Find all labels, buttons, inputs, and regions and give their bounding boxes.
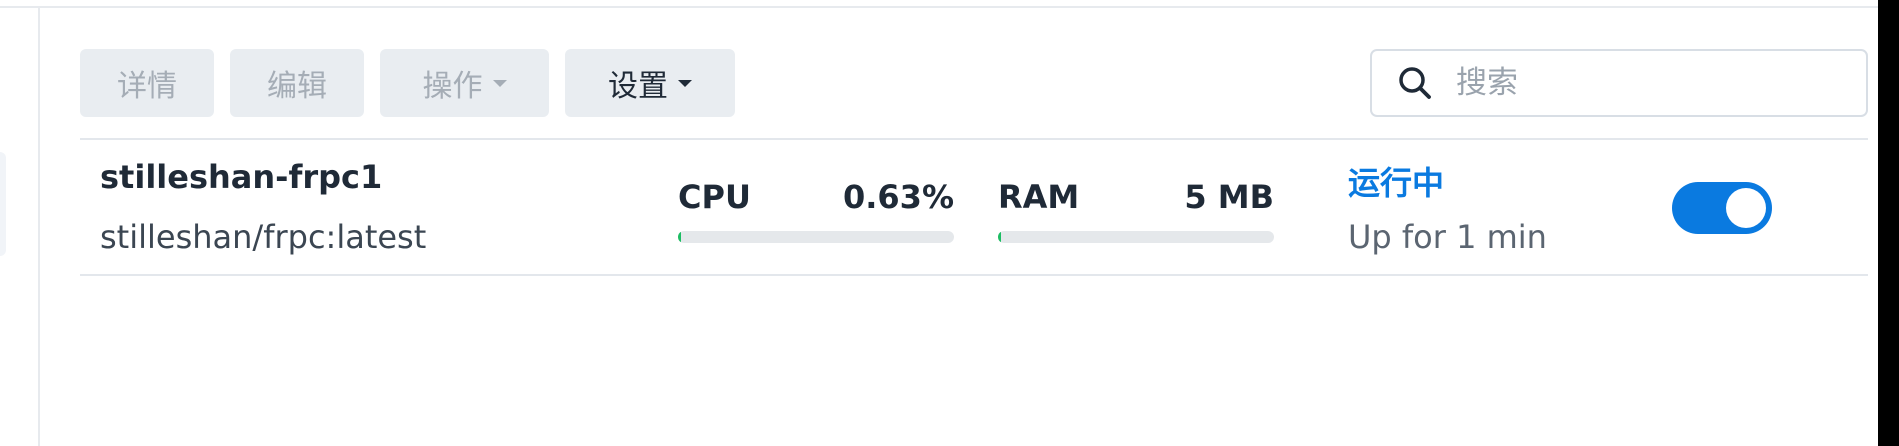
settings-button-label: 设置 bbox=[608, 69, 668, 104]
cpu-value: 0.63% bbox=[842, 178, 954, 216]
sidebar-active-tab-edge[interactable] bbox=[0, 152, 6, 256]
container-name: stilleshan-frpc1 bbox=[100, 158, 383, 196]
details-button-label: 详情 bbox=[117, 69, 177, 104]
cpu-label: CPU bbox=[678, 178, 751, 216]
caret-down-icon bbox=[492, 79, 507, 87]
ram-label: RAM bbox=[998, 178, 1080, 216]
uptime-text: Up for 1 min bbox=[1348, 218, 1547, 256]
ram-usage-bar bbox=[998, 231, 1274, 243]
container-toggle-switch[interactable] bbox=[1672, 182, 1772, 234]
caret-down-icon bbox=[678, 79, 692, 87]
details-button[interactable]: 详情 bbox=[80, 49, 214, 117]
action-button-label: 操作 bbox=[422, 69, 483, 104]
search-input[interactable] bbox=[1456, 65, 1856, 101]
window-edge bbox=[1878, 0, 1899, 446]
edit-button-label: 编辑 bbox=[267, 69, 327, 104]
container-image: stilleshan/frpc:latest bbox=[100, 218, 427, 256]
edit-button[interactable]: 编辑 bbox=[230, 49, 364, 117]
ram-usage-fill bbox=[998, 231, 1001, 243]
status-badge: 运行中 bbox=[1348, 164, 1445, 202]
container-row[interactable]: stilleshan-frpc1 stilleshan/frpc:latest … bbox=[80, 140, 1868, 272]
settings-dropdown-button[interactable]: 设置 bbox=[565, 49, 735, 117]
sidebar-divider bbox=[38, 6, 40, 446]
cpu-usage-bar bbox=[678, 231, 954, 243]
row-divider bbox=[80, 274, 1868, 276]
ram-value: 5 MB bbox=[1184, 178, 1274, 216]
search-box[interactable] bbox=[1370, 49, 1868, 117]
search-icon bbox=[1399, 67, 1431, 99]
action-dropdown-button[interactable]: 操作 bbox=[380, 49, 549, 117]
toggle-knob bbox=[1726, 188, 1766, 228]
window-top-border bbox=[0, 6, 1880, 8]
cpu-usage-fill bbox=[678, 231, 681, 243]
